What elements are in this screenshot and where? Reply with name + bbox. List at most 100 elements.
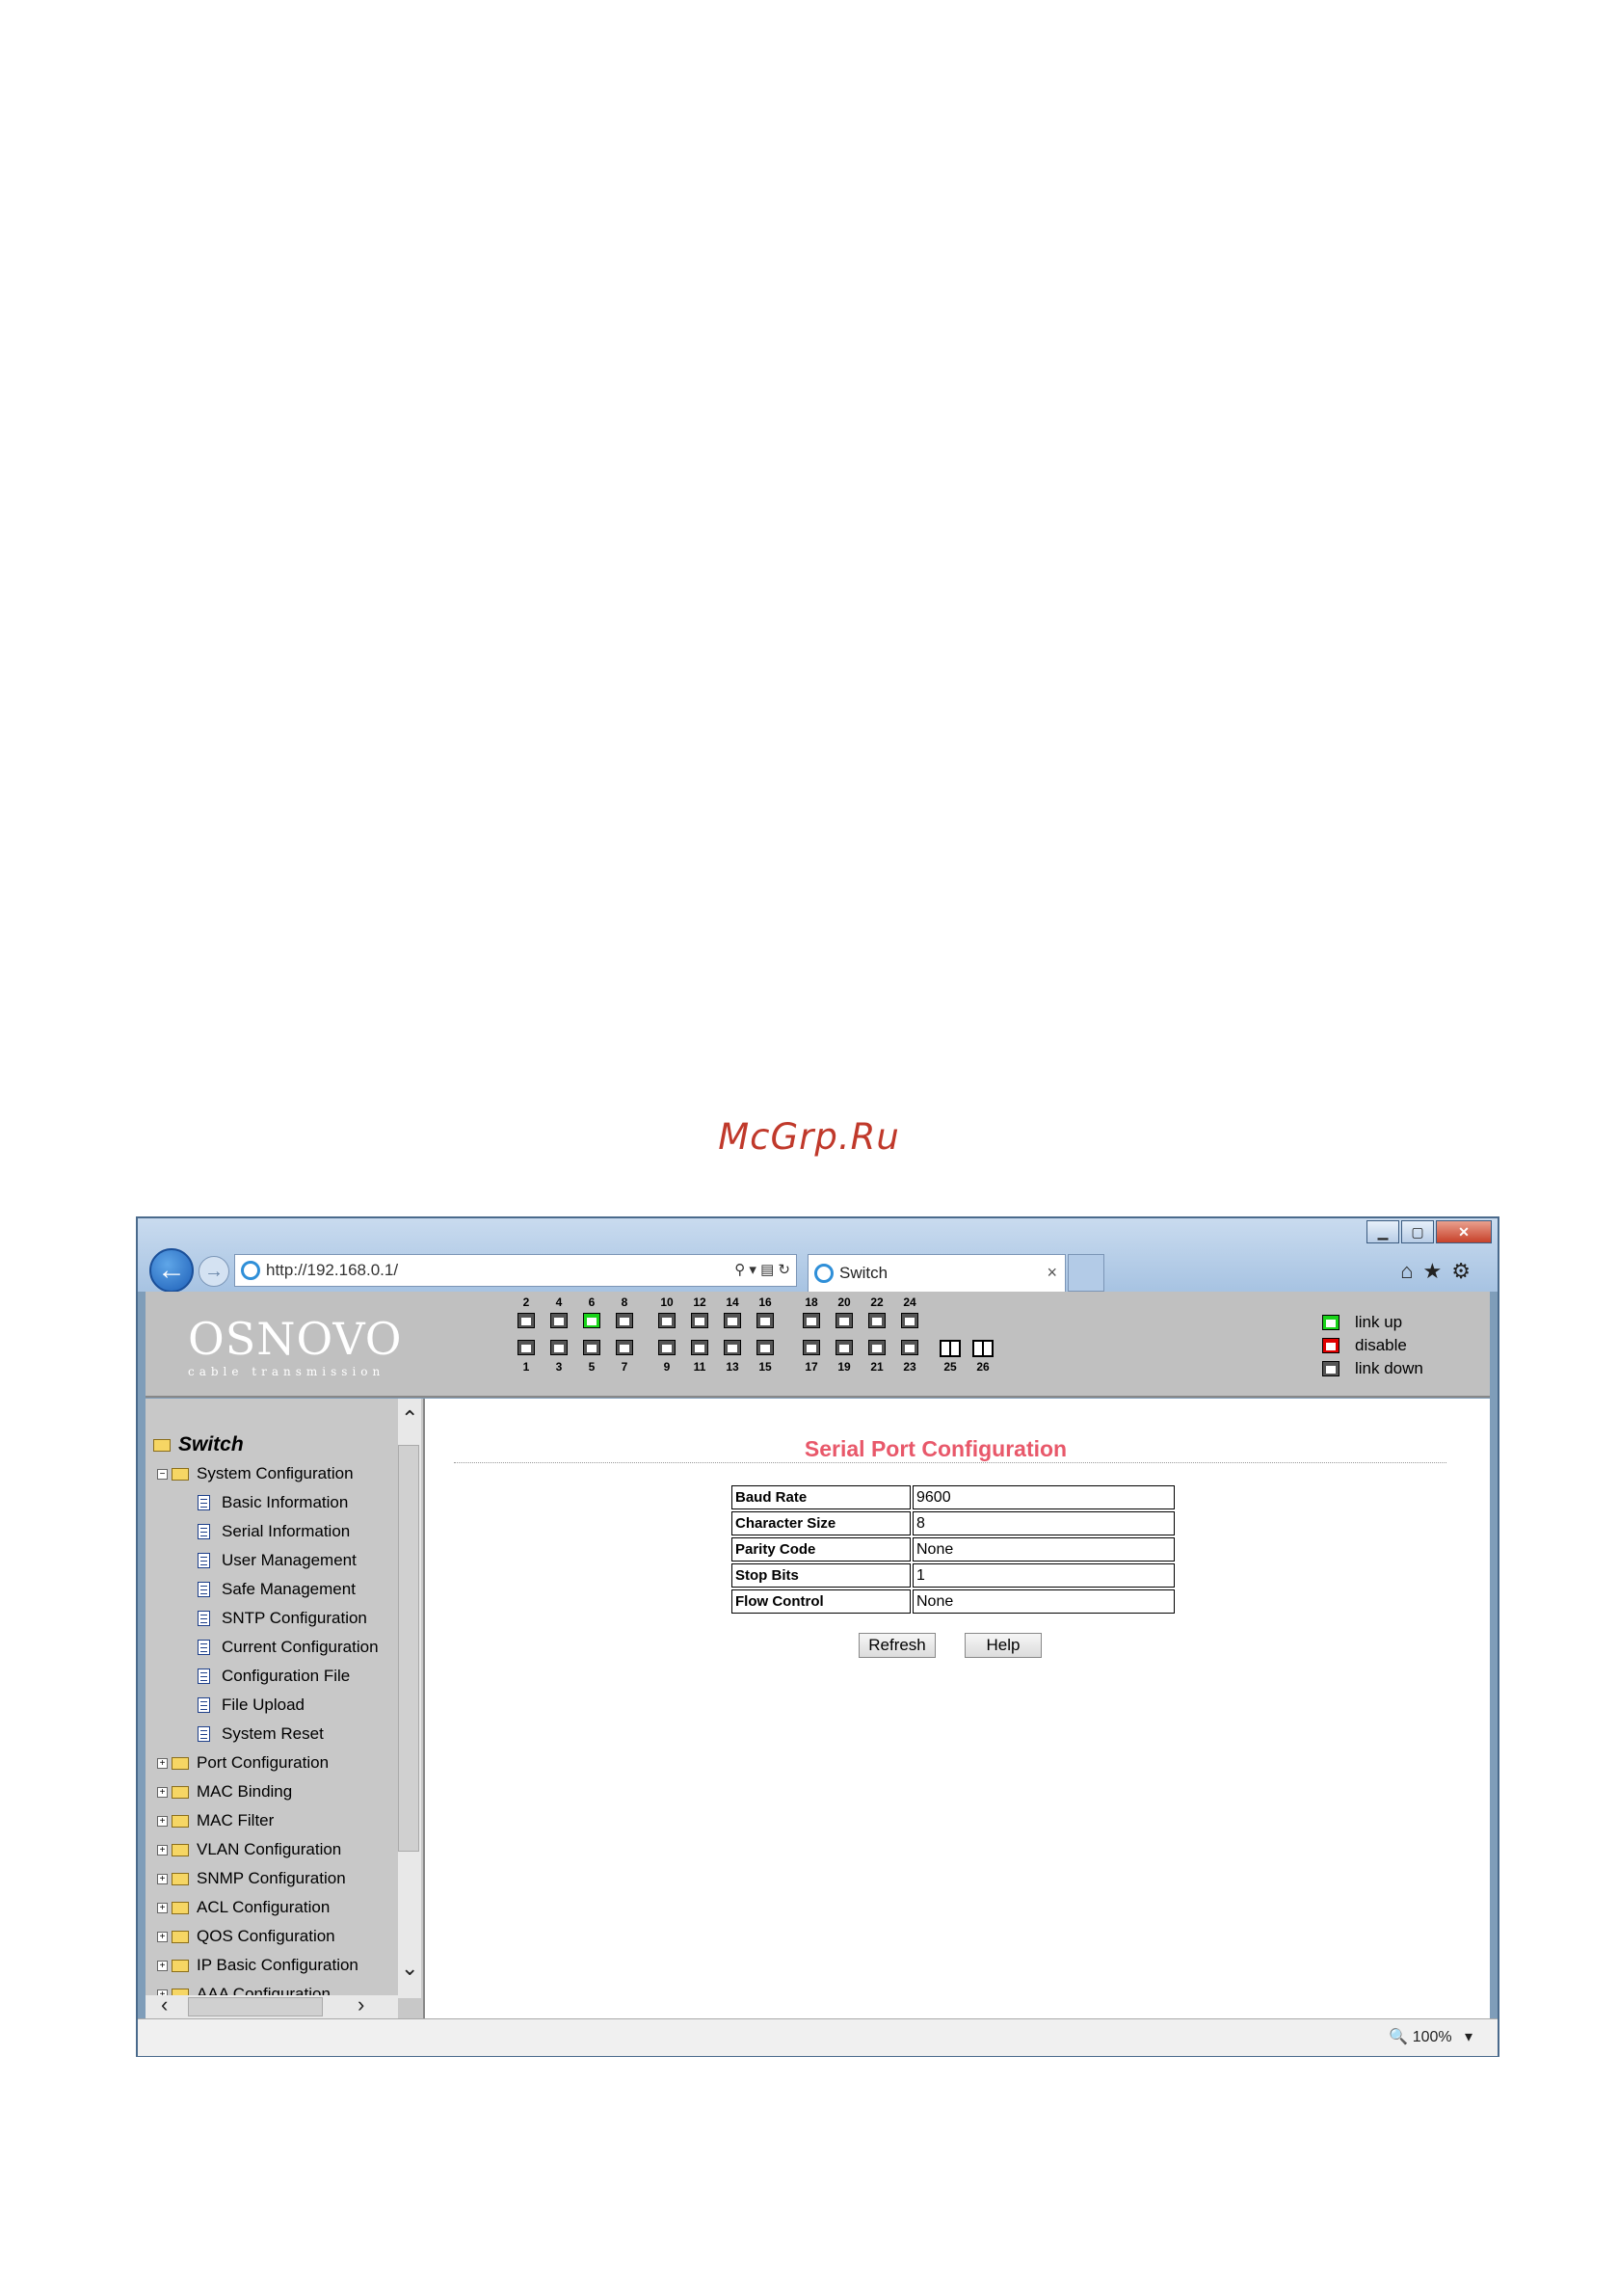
gear-icon[interactable]: ⚙ <box>1451 1259 1480 1283</box>
expand-icon[interactable]: + <box>157 1844 168 1855</box>
folder-icon <box>172 1785 189 1799</box>
tree-label: MAC Binding <box>197 1782 293 1801</box>
back-button[interactable]: ← <box>149 1248 194 1293</box>
expand-icon[interactable]: + <box>157 1815 168 1827</box>
tree-system-configuration[interactable]: − System Configuration <box>157 1464 354 1483</box>
port-4-icon[interactable] <box>550 1313 568 1328</box>
serial-config-table: Baud Rate 9600 Character Size 8 Parity Code N… <box>729 1483 1177 1615</box>
sfp-port-26-icon[interactable] <box>972 1340 994 1357</box>
zoom-control[interactable]: 🔍 100% ▾ <box>1389 2027 1472 2046</box>
port-11-icon[interactable] <box>691 1340 708 1355</box>
port-number-top: 8 <box>621 1295 628 1309</box>
port-18-icon[interactable] <box>803 1313 820 1328</box>
tree-label: Configuration File <box>222 1667 351 1685</box>
sidebar-group-ip-basic-configuration[interactable]: + IP Basic Configuration <box>157 1956 358 1975</box>
port-6-icon[interactable] <box>583 1313 600 1328</box>
tree-label: File Upload <box>222 1695 305 1714</box>
search-icon[interactable]: ⚲ <box>734 1262 745 1278</box>
browser-chrome: ▁ ▢ ✕ ← → http://192.168.0.1/ ⚲ ▾ ▤ ↻ Sw… <box>138 1218 1498 1293</box>
port-7-icon[interactable] <box>616 1340 633 1355</box>
sidebar-group-vlan-configuration[interactable]: + VLAN Configuration <box>157 1840 341 1859</box>
new-tab-button[interactable] <box>1068 1254 1104 1292</box>
port-number-top: 12 <box>693 1295 706 1309</box>
port-10-icon[interactable] <box>658 1313 676 1328</box>
sidebar-item-configuration-file[interactable]: Configuration File <box>198 1667 350 1686</box>
refresh-icon[interactable]: ↻ <box>778 1262 790 1278</box>
port-24-icon[interactable] <box>901 1313 918 1328</box>
dropdown-icon[interactable]: ▾ <box>749 1262 756 1278</box>
tab-close-icon[interactable]: × <box>1047 1263 1057 1283</box>
tree-root-switch[interactable]: Switch <box>153 1433 244 1456</box>
scroll-down-icon[interactable]: ⌄ <box>401 1956 418 1981</box>
port-9-icon[interactable] <box>658 1340 676 1355</box>
port-17-icon[interactable] <box>803 1340 820 1355</box>
sidebar-group-mac-filter[interactable]: + MAC Filter <box>157 1811 274 1830</box>
folder-icon <box>172 1959 189 1972</box>
home-icon[interactable]: ⌂ <box>1400 1259 1422 1283</box>
sidebar-item-sntp-configuration[interactable]: SNTP Configuration <box>198 1609 367 1628</box>
port-13-icon[interactable] <box>724 1340 741 1355</box>
port-21-icon[interactable] <box>868 1340 886 1355</box>
port-3-icon[interactable] <box>550 1340 568 1355</box>
expand-icon[interactable]: + <box>157 1960 168 1971</box>
port-1-icon[interactable] <box>517 1340 535 1355</box>
port-16-icon[interactable] <box>756 1313 774 1328</box>
folder-open-icon <box>153 1438 171 1452</box>
field-value: None <box>913 1589 1175 1614</box>
field-label: Stop Bits <box>731 1563 911 1588</box>
table-row: Baud Rate 9600 <box>731 1485 1175 1509</box>
collapse-icon[interactable]: − <box>157 1468 168 1480</box>
help-button[interactable]: Help <box>965 1633 1042 1658</box>
expand-icon[interactable]: + <box>157 1757 168 1769</box>
minimize-button[interactable]: ▁ <box>1366 1220 1399 1243</box>
maximize-button[interactable]: ▢ <box>1401 1220 1434 1243</box>
port-19-icon[interactable] <box>836 1340 853 1355</box>
compat-icon[interactable]: ▤ <box>760 1262 774 1278</box>
expand-icon[interactable]: + <box>157 1786 168 1798</box>
port-2-icon[interactable] <box>517 1313 535 1328</box>
sidebar-tree: Switch − System Configuration Basic Infor… <box>146 1399 425 2018</box>
sidebar-group-snmp-configuration[interactable]: + SNMP Configuration <box>157 1869 346 1888</box>
address-bar[interactable]: http://192.168.0.1/ ⚲ ▾ ▤ ↻ <box>234 1254 797 1287</box>
sidebar-item-current-configuration[interactable]: Current Configuration <box>198 1638 379 1657</box>
legend-disable: disable <box>1322 1336 1407 1355</box>
close-button[interactable]: ✕ <box>1436 1220 1492 1243</box>
expand-icon[interactable]: + <box>157 1931 168 1942</box>
port-number-bottom: 23 <box>903 1360 916 1374</box>
port-8-icon[interactable] <box>616 1313 633 1328</box>
sidebar-item-safe-management[interactable]: Safe Management <box>198 1580 356 1599</box>
port-12-icon[interactable] <box>691 1313 708 1328</box>
port-number-top: 4 <box>555 1295 563 1309</box>
horizontal-scroll-thumb[interactable] <box>188 1997 323 2016</box>
sidebar-item-user-management[interactable]: User Management <box>198 1551 357 1570</box>
scroll-left-icon[interactable]: ‹ <box>161 1992 168 2017</box>
port-15-icon[interactable] <box>756 1340 774 1355</box>
sidebar-group-port-configuration[interactable]: + Port Configuration <box>157 1753 329 1773</box>
url-text[interactable]: http://192.168.0.1/ <box>266 1261 398 1280</box>
refresh-button[interactable]: Refresh <box>859 1633 936 1658</box>
sidebar-item-basic-information[interactable]: Basic Information <box>198 1493 348 1512</box>
sidebar-group-mac-binding[interactable]: + MAC Binding <box>157 1782 292 1802</box>
sfp-port-25-icon[interactable] <box>940 1340 961 1357</box>
sidebar-item-file-upload[interactable]: File Upload <box>198 1695 305 1715</box>
sidebar-item-serial-information[interactable]: Serial Information <box>198 1522 350 1541</box>
tree-label: User Management <box>222 1551 357 1569</box>
port-20-icon[interactable] <box>836 1313 853 1328</box>
tab-switch[interactable]: Switch × <box>808 1254 1066 1292</box>
sidebar-item-system-reset[interactable]: System Reset <box>198 1724 324 1744</box>
port-22-icon[interactable] <box>868 1313 886 1328</box>
scroll-right-icon[interactable]: › <box>358 1992 364 2017</box>
port-number-bottom: 9 <box>663 1360 671 1374</box>
expand-icon[interactable]: + <box>157 1902 168 1913</box>
expand-icon[interactable]: + <box>157 1873 168 1884</box>
scroll-up-icon[interactable]: ⌃ <box>401 1406 418 1431</box>
port-23-icon[interactable] <box>901 1340 918 1355</box>
favorites-star-icon[interactable]: ★ <box>1423 1259 1452 1283</box>
port-14-icon[interactable] <box>724 1313 741 1328</box>
forward-button[interactable]: → <box>199 1256 229 1287</box>
port-5-icon[interactable] <box>583 1340 600 1355</box>
tree-label: Basic Information <box>222 1493 349 1511</box>
vertical-scroll-thumb[interactable] <box>398 1445 419 1852</box>
sidebar-group-qos-configuration[interactable]: + QOS Configuration <box>157 1927 335 1946</box>
sidebar-group-acl-configuration[interactable]: + ACL Configuration <box>157 1898 330 1917</box>
